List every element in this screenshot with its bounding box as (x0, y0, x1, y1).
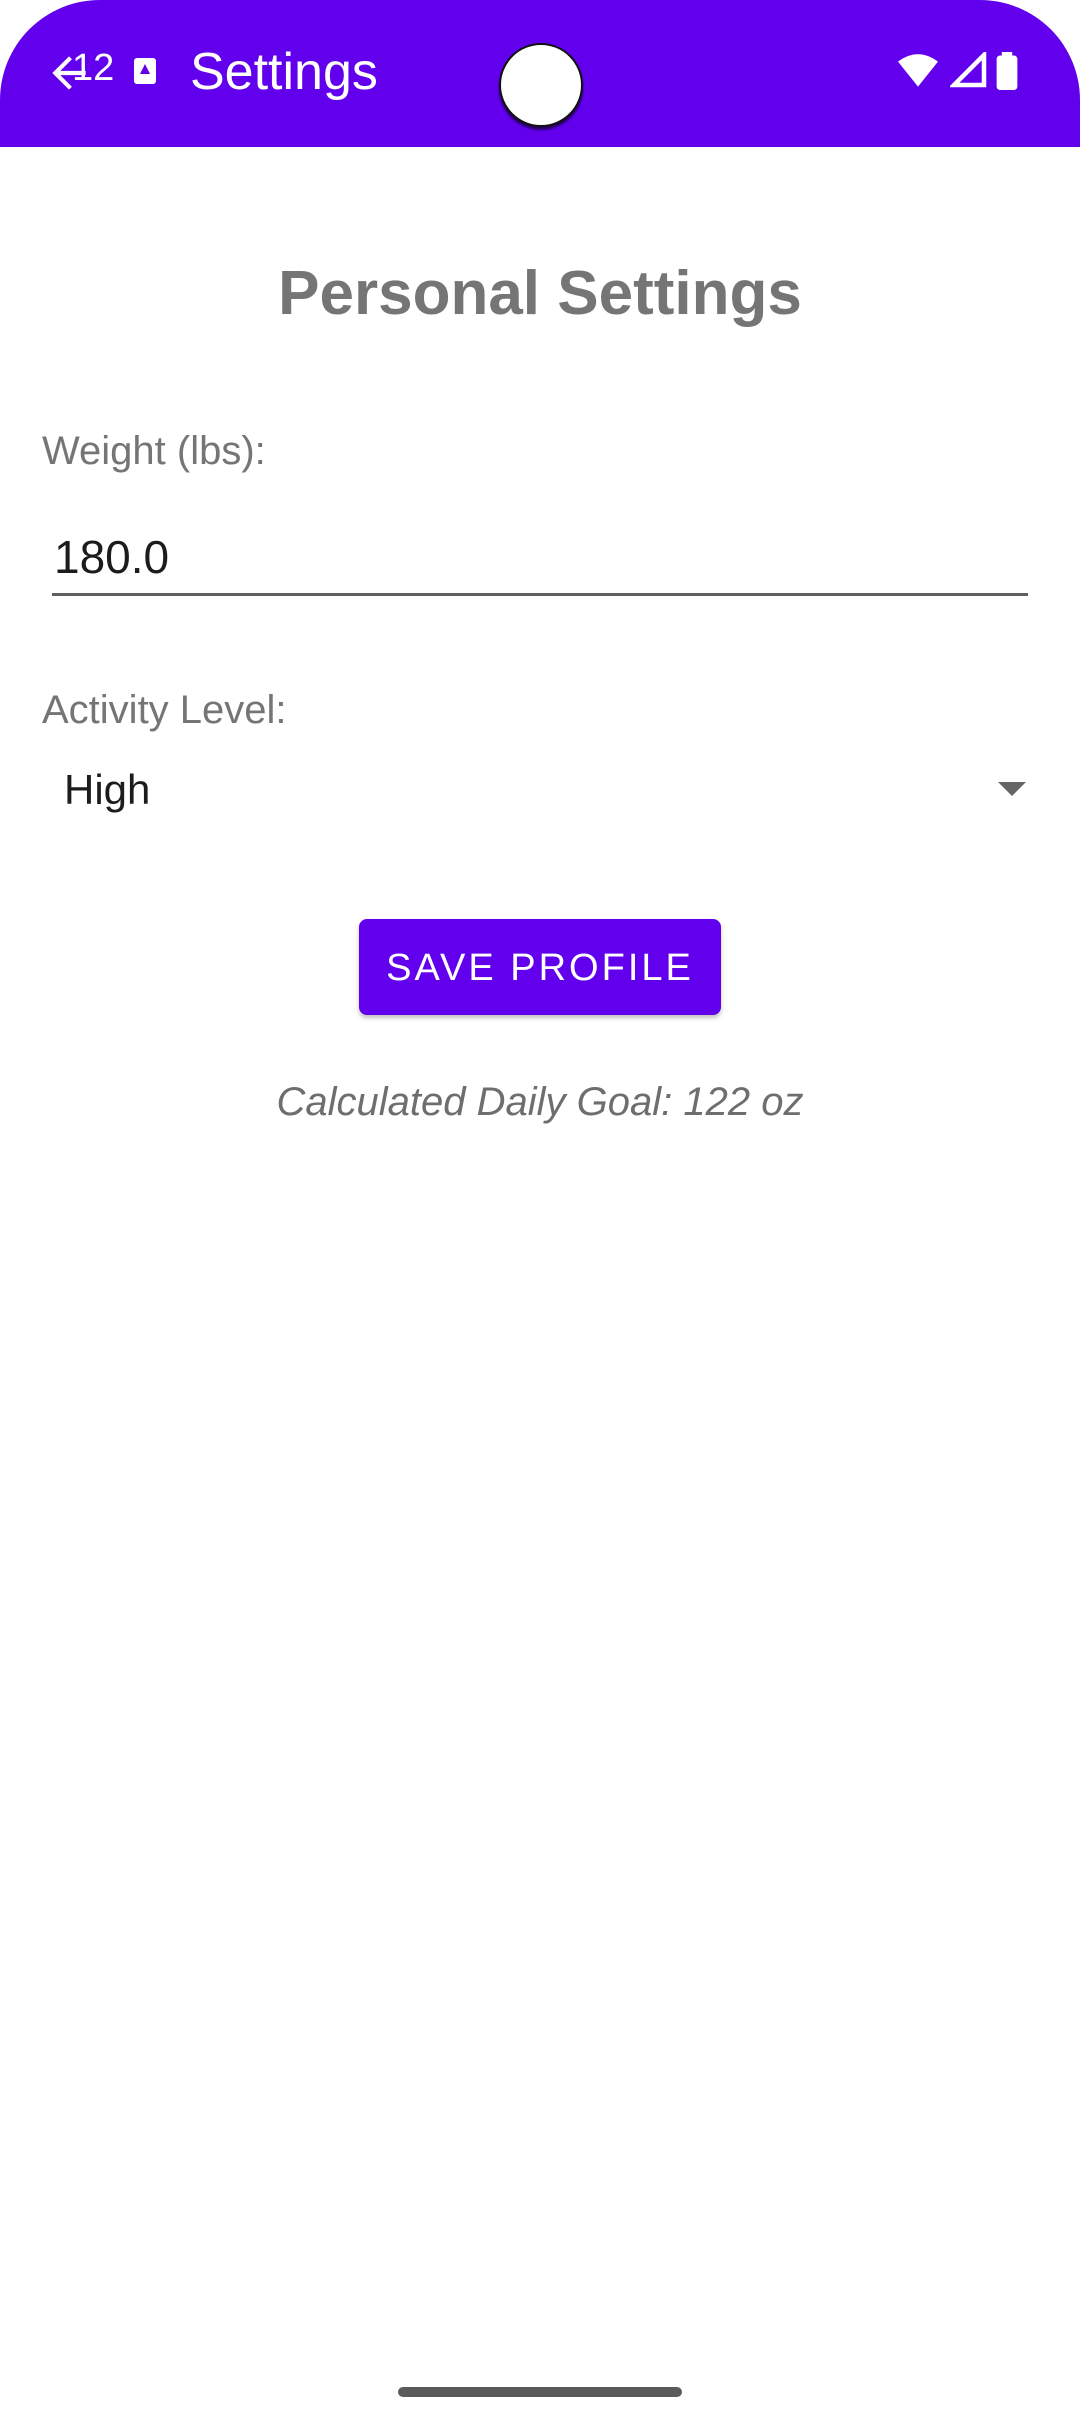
app-title: Settings (190, 43, 378, 101)
signal-icon (950, 52, 987, 88)
daily-goal-text: Calculated Daily Goal: 122 oz (276, 1080, 804, 1124)
wifi-icon (898, 54, 938, 87)
dropdown-arrow-icon (998, 782, 1026, 796)
activity-level-dropdown[interactable]: High (42, 752, 1042, 828)
camera-cutout (499, 43, 583, 127)
notification-icon (134, 58, 156, 84)
activity-level-label: Activity Level: (42, 688, 287, 732)
page-title: Personal Settings (278, 259, 802, 328)
save-profile-button[interactable]: SAVE PROFILE (359, 919, 721, 1015)
settings-screen: 12 Settings Personal Settings Weight (lb… (0, 0, 1080, 2424)
gesture-navigation-bar[interactable] (398, 2387, 682, 2397)
weight-input[interactable] (52, 520, 1028, 596)
weight-label: Weight (lbs): (42, 429, 266, 473)
back-arrow-icon[interactable] (44, 48, 94, 98)
battery-icon (996, 52, 1018, 90)
activity-level-value: High (64, 766, 151, 813)
